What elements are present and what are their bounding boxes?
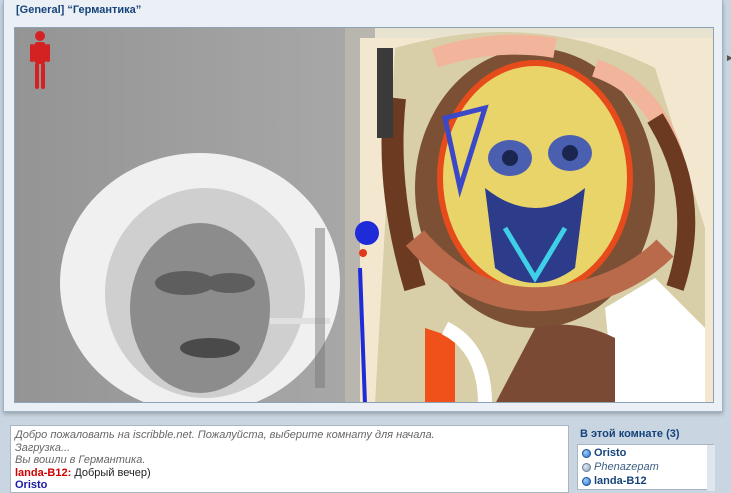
online-dot-icon <box>582 462 591 472</box>
chat-user-message: Oristo <box>15 479 564 492</box>
online-dot-icon <box>582 476 591 486</box>
chat-system-message: Добро пожаловать на iscribble.net. Пожал… <box>15 429 435 441</box>
room-title: [General] “Германтика” <box>16 4 142 16</box>
user-list: Oristo Phenazepam landa-B12 <box>577 444 715 491</box>
canvas-drawing <box>15 28 713 402</box>
user-list-scrollbar[interactable] <box>707 445 715 491</box>
user-list-item[interactable]: Phenazepam <box>582 460 709 474</box>
chat-nick[interactable]: landa-B12: <box>15 467 71 479</box>
drawing-window: [General] “Германтика” <box>3 0 723 412</box>
chat-system-message: Загрузка... <box>15 441 71 454</box>
chevron-right-icon[interactable]: ► <box>725 53 731 64</box>
chat-system-message: Вы вошли в Германтика. <box>15 454 146 466</box>
room-users-panel: В этой комнате (3) Oristo Phenazepam lan… <box>577 425 717 493</box>
drawing-canvas[interactable] <box>14 27 714 403</box>
user-list-item[interactable]: Oristo <box>582 446 709 460</box>
user-name[interactable]: Oristo <box>594 446 626 460</box>
chat-user-message: landa-B12: Добрый вечер) <box>15 467 564 480</box>
chat-text: Добрый вечер) <box>74 466 151 479</box>
user-name[interactable]: landa-B12 <box>594 474 647 488</box>
online-dot-icon <box>582 448 591 458</box>
chat-nick[interactable]: Oristo <box>15 479 47 491</box>
chat-log: Добро пожаловать на iscribble.net. Пожал… <box>10 425 569 493</box>
user-name[interactable]: Phenazepam <box>594 460 659 474</box>
user-list-item[interactable]: landa-B12 <box>582 474 709 488</box>
room-users-title: В этой комнате (3) <box>580 428 680 440</box>
